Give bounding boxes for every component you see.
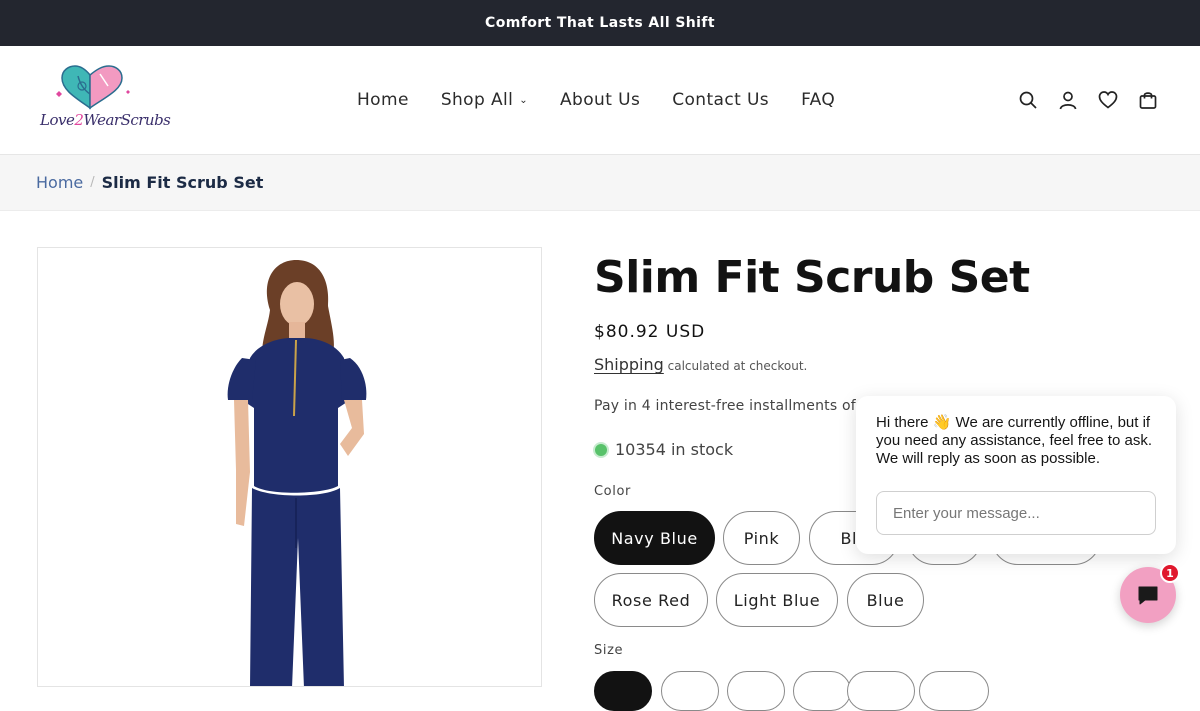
main-nav: Home Shop All ⌄ About Us Contact Us FAQ [357,46,867,154]
breadcrumb-current: Slim Fit Scrub Set [101,173,264,192]
product-image[interactable] [37,247,542,687]
shipping-link[interactable]: Shipping [594,355,664,374]
size-option[interactable] [594,671,652,711]
announcement-bar: Comfort That Lasts All Shift [0,0,1200,46]
model-photo [227,260,367,686]
breadcrumb-separator: / [90,175,95,190]
chat-greeting: Hi there 👋 We are currently offline, but… [876,414,1152,467]
brand-wordmark: Love2WearScrubs [40,111,171,129]
shipping-note-text: calculated at checkout. [667,359,808,373]
color-label: Color [594,484,631,499]
heart-icon[interactable] [1096,88,1120,112]
breadcrumb-home[interactable]: Home [36,173,83,192]
announcement-text: Comfort That Lasts All Shift [485,15,715,31]
chat-unread-badge: 1 [1160,563,1180,583]
color-option-blue[interactable]: Blue [847,573,924,627]
chat-bubble-icon [1138,586,1158,605]
size-option[interactable] [919,671,989,711]
size-label: Size [594,643,624,658]
cart-icon[interactable] [1136,88,1160,112]
chat-message-input[interactable] [876,491,1156,535]
site-header: Love2WearScrubs Home Shop All ⌄ About Us … [0,46,1200,155]
product-price: $80.92 USD [594,322,706,342]
wave-emoji-icon: 👋 [932,414,952,431]
size-option[interactable] [727,671,785,711]
color-option-pink[interactable]: Pink [723,511,800,565]
nav-home[interactable]: Home [357,90,409,110]
chevron-down-icon: ⌄ [519,94,529,106]
in-stock-dot-icon [595,443,607,456]
heart-logo-icon [56,65,130,110]
size-option[interactable] [661,671,719,711]
size-option[interactable] [793,671,851,711]
account-icon[interactable] [1056,88,1080,112]
color-option-navy-blue[interactable]: Navy Blue [594,511,715,565]
header-icons [1000,46,1160,154]
chat-popup: Hi there 👋 We are currently offline, but… [856,396,1176,554]
breadcrumb: Home / Slim Fit Scrub Set [0,155,1200,211]
color-option-light-blue[interactable]: Light Blue [716,573,838,627]
color-option-rose-red[interactable]: Rose Red [594,573,708,627]
search-icon[interactable] [1016,88,1040,112]
stock-status: 10354 in stock [594,440,733,459]
brand-logo[interactable]: Love2WearScrubs [38,64,171,136]
nav-faq[interactable]: FAQ [801,90,835,110]
nav-shop-all[interactable]: Shop All ⌄ [441,90,528,110]
product-title: Slim Fit Scrub Set [594,252,1030,303]
shipping-note: Shipping calculated at checkout. [594,355,807,374]
size-option[interactable] [847,671,915,711]
stock-text: 10354 in stock [615,440,734,459]
nav-about-us[interactable]: About Us [560,90,640,110]
nav-contact-us[interactable]: Contact Us [672,90,769,110]
installments-text: Pay in 4 interest-free installments of $… [594,398,888,414]
